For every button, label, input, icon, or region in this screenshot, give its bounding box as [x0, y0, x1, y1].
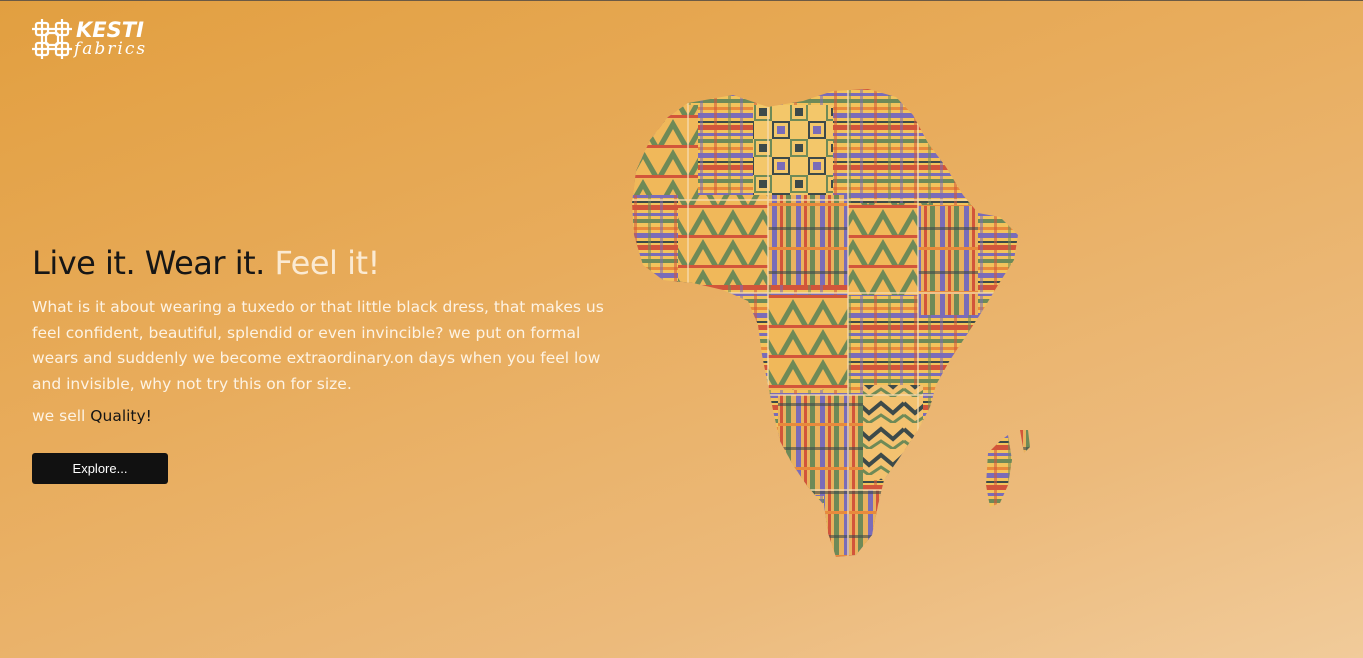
headline-dark-text: Live it. Wear it.	[32, 244, 275, 282]
tagline-emphasis: Quality!	[90, 407, 152, 425]
brand-name: KESTI	[76, 18, 144, 42]
hero-tagline: we sell Quality!	[32, 404, 612, 428]
hero-section: Live it. Wear it. Feel it! What is it ab…	[32, 241, 612, 428]
hero-headline: Live it. Wear it. Feel it!	[32, 241, 612, 285]
explore-button[interactable]: Explore...	[32, 453, 168, 484]
brand-subname: fabrics	[74, 39, 148, 59]
hero-description: What is it about wearing a tuxedo or tha…	[32, 298, 604, 393]
woven-knot-icon	[32, 19, 72, 59]
tagline-prefix: we sell	[32, 407, 91, 425]
headline-accent-text: Feel it!	[274, 244, 380, 282]
africa-kente-map	[632, 89, 1030, 557]
brand-logo[interactable]: KESTI fabrics	[32, 17, 147, 63]
